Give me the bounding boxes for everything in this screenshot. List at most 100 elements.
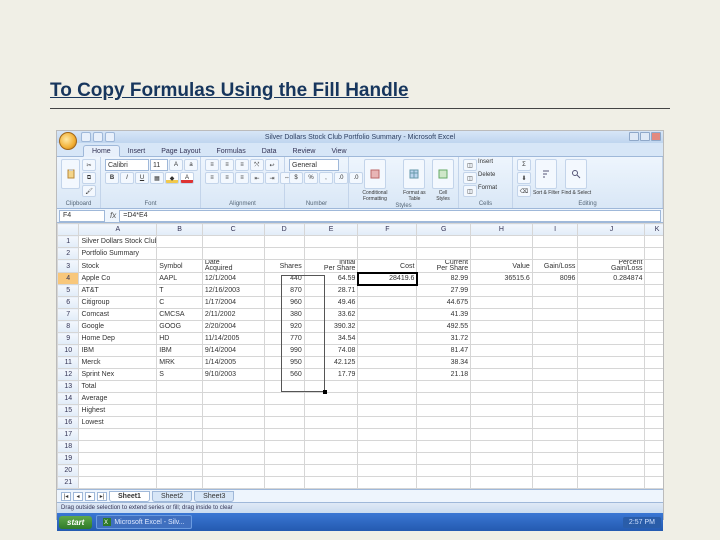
- cell-G20[interactable]: [417, 465, 471, 477]
- row-header-11[interactable]: 11: [58, 357, 79, 369]
- taskbar-item-excel[interactable]: X Microsoft Excel - Silv...: [96, 515, 191, 529]
- cell-I6[interactable]: [532, 297, 578, 309]
- cell-E4[interactable]: 64.59: [304, 273, 358, 285]
- cell-F11[interactable]: [358, 357, 417, 369]
- row-header-20[interactable]: 20: [58, 465, 79, 477]
- cell-J6[interactable]: [578, 297, 645, 309]
- cell-B9[interactable]: HD: [157, 333, 203, 345]
- cell-E19[interactable]: [304, 453, 358, 465]
- cell-D15[interactable]: [264, 405, 304, 417]
- cell-K2[interactable]: [645, 248, 663, 260]
- cell-I10[interactable]: [532, 345, 578, 357]
- qat-undo-icon[interactable]: [93, 132, 103, 142]
- cell-A13[interactable]: Total: [79, 381, 157, 393]
- cell-G18[interactable]: [417, 441, 471, 453]
- find-select-button[interactable]: [565, 159, 587, 189]
- cell-I21[interactable]: [532, 477, 578, 489]
- cell-H12[interactable]: [471, 369, 533, 381]
- insert-cells-button[interactable]: ◫: [463, 159, 477, 171]
- cell-J22[interactable]: [578, 489, 645, 490]
- cell-K5[interactable]: [645, 285, 663, 297]
- cell-F18[interactable]: [358, 441, 417, 453]
- cell-D2[interactable]: [264, 248, 304, 260]
- cell-K15[interactable]: [645, 405, 663, 417]
- cell-E16[interactable]: [304, 417, 358, 429]
- cell-H14[interactable]: [471, 393, 533, 405]
- cell-J20[interactable]: [578, 465, 645, 477]
- cell-B22[interactable]: [157, 489, 203, 490]
- row-header-5[interactable]: 5: [58, 285, 79, 297]
- cell-J7[interactable]: [578, 309, 645, 321]
- cell-H21[interactable]: [471, 477, 533, 489]
- col-header-B[interactable]: B: [157, 224, 203, 236]
- cell-J21[interactable]: [578, 477, 645, 489]
- col-header-K[interactable]: K: [645, 224, 663, 236]
- office-button[interactable]: [59, 132, 77, 150]
- cell-K11[interactable]: [645, 357, 663, 369]
- col-header-D[interactable]: D: [264, 224, 304, 236]
- cell-D14[interactable]: [264, 393, 304, 405]
- cell-F22[interactable]: [358, 489, 417, 490]
- cell-J13[interactable]: [578, 381, 645, 393]
- cell-K18[interactable]: [645, 441, 663, 453]
- cell-E22[interactable]: [304, 489, 358, 490]
- close-button[interactable]: [651, 132, 661, 141]
- cell-H4[interactable]: 36515.6: [471, 273, 533, 285]
- sheet-tab-1[interactable]: Sheet1: [109, 491, 150, 502]
- number-format-select[interactable]: General: [289, 159, 339, 171]
- cell-G13[interactable]: [417, 381, 471, 393]
- cell-H16[interactable]: [471, 417, 533, 429]
- font-name-select[interactable]: Calibri: [105, 159, 149, 171]
- font-color-button[interactable]: A: [180, 172, 194, 184]
- col-header-A[interactable]: A: [79, 224, 157, 236]
- orientation-button[interactable]: ⤲: [250, 159, 264, 171]
- cell-I4[interactable]: 8096: [532, 273, 578, 285]
- cell-K22[interactable]: [645, 489, 663, 490]
- tab-nav-last[interactable]: ▸|: [97, 492, 107, 501]
- cell-H3[interactable]: Value: [471, 260, 533, 273]
- col-header-corner[interactable]: [58, 224, 79, 236]
- cell-I8[interactable]: [532, 321, 578, 333]
- row-header-4[interactable]: 4: [58, 273, 79, 285]
- cell-I22[interactable]: [532, 489, 578, 490]
- align-top-button[interactable]: ≡: [205, 159, 219, 171]
- tab-nav-first[interactable]: |◂: [61, 492, 71, 501]
- col-header-J[interactable]: J: [578, 224, 645, 236]
- cell-F1[interactable]: [358, 236, 417, 248]
- cell-I11[interactable]: [532, 357, 578, 369]
- cell-I13[interactable]: [532, 381, 578, 393]
- cell-D22[interactable]: [264, 489, 304, 490]
- cell-B19[interactable]: [157, 453, 203, 465]
- cell-B18[interactable]: [157, 441, 203, 453]
- cell-G3[interactable]: CurrentPer Share: [417, 260, 471, 273]
- cell-H8[interactable]: [471, 321, 533, 333]
- cell-J9[interactable]: [578, 333, 645, 345]
- formula-input[interactable]: =D4*E4: [119, 210, 661, 222]
- cell-F4[interactable]: 28419.6: [358, 273, 417, 285]
- percent-button[interactable]: %: [304, 172, 318, 184]
- cell-A22[interactable]: [79, 489, 157, 490]
- cell-F16[interactable]: [358, 417, 417, 429]
- cell-K3[interactable]: [645, 260, 663, 273]
- maximize-button[interactable]: [640, 132, 650, 141]
- currency-button[interactable]: $: [289, 172, 303, 184]
- cell-B3[interactable]: Symbol: [157, 260, 203, 273]
- row-header-14[interactable]: 14: [58, 393, 79, 405]
- cell-A21[interactable]: [79, 477, 157, 489]
- cell-E5[interactable]: 28.71: [304, 285, 358, 297]
- cell-H11[interactable]: [471, 357, 533, 369]
- cell-D7[interactable]: 380: [264, 309, 304, 321]
- cell-E17[interactable]: [304, 429, 358, 441]
- cell-A14[interactable]: Average: [79, 393, 157, 405]
- cell-A7[interactable]: Comcast: [79, 309, 157, 321]
- row-header-19[interactable]: 19: [58, 453, 79, 465]
- align-middle-button[interactable]: ≡: [220, 159, 234, 171]
- cell-K14[interactable]: [645, 393, 663, 405]
- cell-B5[interactable]: T: [157, 285, 203, 297]
- cell-H17[interactable]: [471, 429, 533, 441]
- cell-C4[interactable]: 12/1/2004: [202, 273, 264, 285]
- cell-F13[interactable]: [358, 381, 417, 393]
- cell-B6[interactable]: C: [157, 297, 203, 309]
- col-header-G[interactable]: G: [417, 224, 471, 236]
- cell-E12[interactable]: 17.79: [304, 369, 358, 381]
